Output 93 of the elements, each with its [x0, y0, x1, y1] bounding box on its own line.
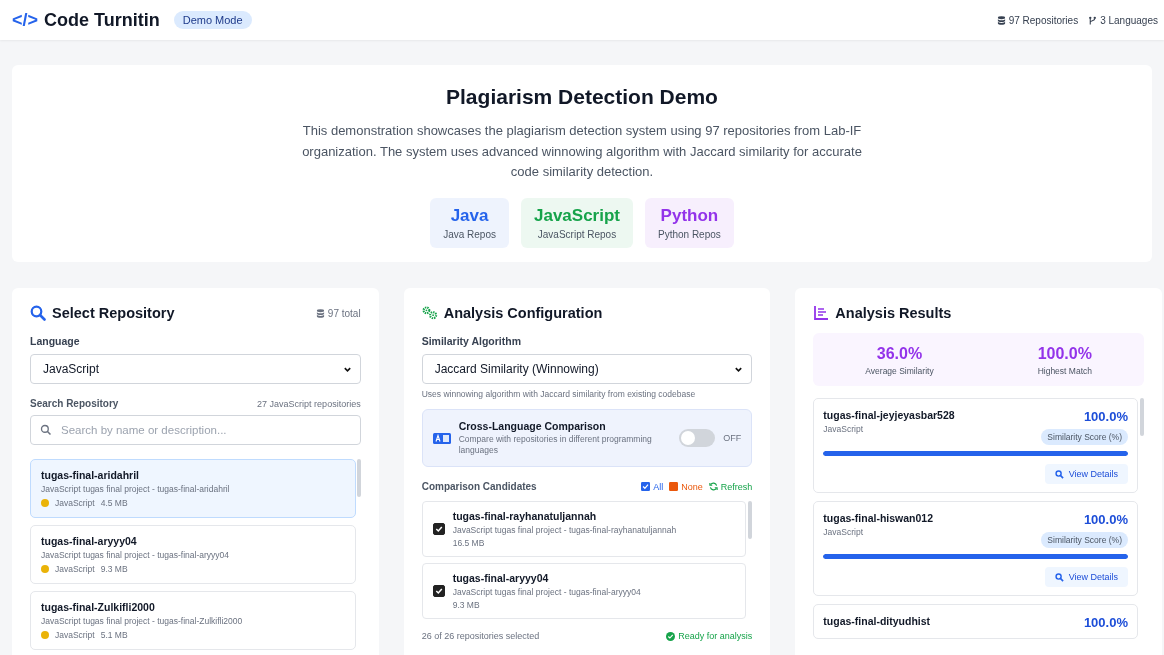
field-label: Similarity Algorithm: [421, 335, 523, 347]
hero-description: This demonstration showcases the plagiarism detection system using 97 repositories from Lab-IF organization. The system uses advanced winnowing algorithm with Jaccard similarity for accurate code similarity detection.: [301, 122, 863, 181]
field-label: Search Repository: [30, 398, 119, 409]
candidate-description: JavaScript tugas final project - tugas-final-aryyy04: [452, 587, 641, 597]
total-count: 97 total: [327, 307, 361, 319]
branch-icon: [1088, 15, 1098, 25]
refresh-icon: [708, 482, 718, 491]
repository-language: JavaScript: [55, 630, 95, 640]
result-language: JavaScript: [823, 424, 864, 434]
candidate-size: 16.5 MB: [452, 538, 486, 548]
summary-label: Average Similarity: [865, 366, 934, 376]
chart-icon: [813, 305, 830, 321]
scrollbar[interactable]: [1140, 398, 1144, 436]
repository-language: JavaScript: [55, 498, 95, 508]
algorithm-select[interactable]: Jaccard Similarity (Winnowing): [421, 354, 753, 384]
database-icon: [315, 308, 325, 318]
repository-item[interactable]: tugas-final-aridahril JavaScript tugas final project - tugas-final-aridahril JavaScript 4.5 MB: [30, 459, 356, 518]
repository-description: JavaScript tugas final project - tugas-final-aridahril: [41, 484, 231, 494]
gears-icon: [421, 305, 438, 321]
panel-title: Analysis Configuration: [443, 305, 603, 321]
repository-name: tugas-final-aryyy04: [41, 535, 138, 547]
repository-name: tugas-final-Zulkifli2000: [41, 601, 156, 613]
header-stat: 97 Repositories: [1008, 14, 1079, 26]
language-name: JavaScript: [534, 205, 620, 226]
search-icon: [40, 424, 52, 436]
result-language: JavaScript: [823, 527, 864, 537]
toggle-state: OFF: [723, 433, 742, 443]
result-name: tugas-final-dityudhist: [823, 615, 931, 627]
summary-value: 100.0%: [1037, 345, 1092, 363]
square-icon: [669, 482, 679, 491]
option-title: Cross-Language Comparison: [458, 420, 607, 432]
repository-count: 27 JavaScript repositories: [257, 398, 361, 409]
repository-size: 5.1 MB: [100, 630, 128, 640]
view-details-button[interactable]: View Details: [1044, 567, 1128, 587]
scrollbar[interactable]: [748, 501, 753, 539]
candidate-description: JavaScript tugas final project - tugas-final-rayhanatuljannah: [452, 525, 677, 535]
repository-language: JavaScript: [55, 564, 95, 574]
search-field[interactable]: Search by name or description...: [30, 415, 361, 445]
similarity-score: 100.0%: [1083, 615, 1128, 630]
similarity-score: 100.0%: [1083, 512, 1128, 527]
repository-name: tugas-final-aridahril: [41, 469, 140, 481]
field-label: Language: [30, 335, 81, 347]
view-details-button[interactable]: View Details: [1044, 464, 1128, 484]
repository-description: JavaScript tugas final project - tugas-final-aryyy04: [41, 550, 231, 560]
candidate-item[interactable]: tugas-final-aryyy04 JavaScript tugas final project - tugas-final-aryyy04 9.3 MB: [421, 563, 747, 619]
candidate-name: tugas-final-rayhanatuljannah: [452, 510, 598, 522]
language-label: Python Repos: [658, 228, 721, 240]
repository-item[interactable]: tugas-final-aryyy04 JavaScript tugas final project - tugas-final-aryyy04 JavaScript 9.3 MB: [30, 525, 356, 584]
action-link[interactable]: Refresh: [720, 481, 753, 492]
panel-title: Analysis Results: [835, 305, 952, 321]
summary-value: 36.0%: [875, 345, 924, 363]
app-title: Code Turnitin: [44, 9, 160, 31]
candidate-size: 9.3 MB: [452, 600, 481, 610]
panel-title: Select Repository: [52, 305, 175, 321]
similarity-score: 100.0%: [1083, 409, 1128, 424]
translate-icon: [432, 432, 451, 444]
language-label: JavaScript Repos: [536, 228, 618, 240]
repository-size: 9.3 MB: [100, 564, 128, 574]
action-link[interactable]: All: [653, 481, 664, 492]
result-name: tugas-final-jeyjeyasbar528: [823, 409, 955, 421]
option-description: Compare with repositories in different programming languages: [458, 434, 653, 456]
checkbox[interactable]: [432, 523, 445, 535]
repository-item[interactable]: tugas-final-Zulkifli2000 JavaScript tugas final project - tugas-final-Zulkifli2000 JavaScript 5.1 MB: [30, 591, 356, 650]
summary-label: Highest Match: [1037, 366, 1092, 376]
candidate-item[interactable]: tugas-final-rayhanatuljannah JavaScript tugas final project - tugas-final-rayhanatuljannah 16.5 MB: [421, 501, 747, 557]
selection-count: 26 of 26 repositories selected: [421, 631, 540, 641]
mode-badge: Demo Mode: [173, 11, 252, 29]
algorithm-hint: Uses winnowing algorithm with Jaccard similarity from existing codebase: [421, 389, 697, 399]
language-name: Python: [659, 205, 720, 226]
score-badge: Similarity Score (%): [1041, 532, 1128, 548]
status-text: Ready for analysis: [678, 631, 753, 641]
repository-size: 4.5 MB: [100, 498, 128, 508]
checkbox[interactable]: [432, 585, 445, 597]
language-name: Java: [449, 205, 490, 226]
result-name: tugas-final-hiswan012: [823, 512, 934, 524]
database-icon: [996, 15, 1006, 25]
check-circle-icon: [666, 631, 676, 641]
search-icon: [30, 305, 46, 321]
scrollbar[interactable]: [356, 459, 361, 497]
hero-title: Plagiarism Detection Demo: [445, 85, 719, 109]
language-select[interactable]: JavaScript: [30, 354, 361, 384]
search-icon: [1054, 469, 1064, 479]
score-badge: Similarity Score (%): [1041, 429, 1128, 445]
action-link[interactable]: None: [681, 481, 703, 492]
logo-icon: </>: [12, 9, 39, 31]
search-icon: [1054, 572, 1064, 582]
toggle-switch[interactable]: [679, 429, 716, 447]
candidate-name: tugas-final-aryyy04: [452, 572, 550, 584]
language-label: Java Repos: [443, 228, 496, 240]
header-stat: 3 Languages: [1100, 14, 1158, 26]
section-label: Comparison Candidates: [421, 481, 537, 492]
repository-description: JavaScript tugas final project - tugas-final-Zulkifli2000: [41, 616, 244, 626]
checkbox-icon: [641, 482, 651, 491]
